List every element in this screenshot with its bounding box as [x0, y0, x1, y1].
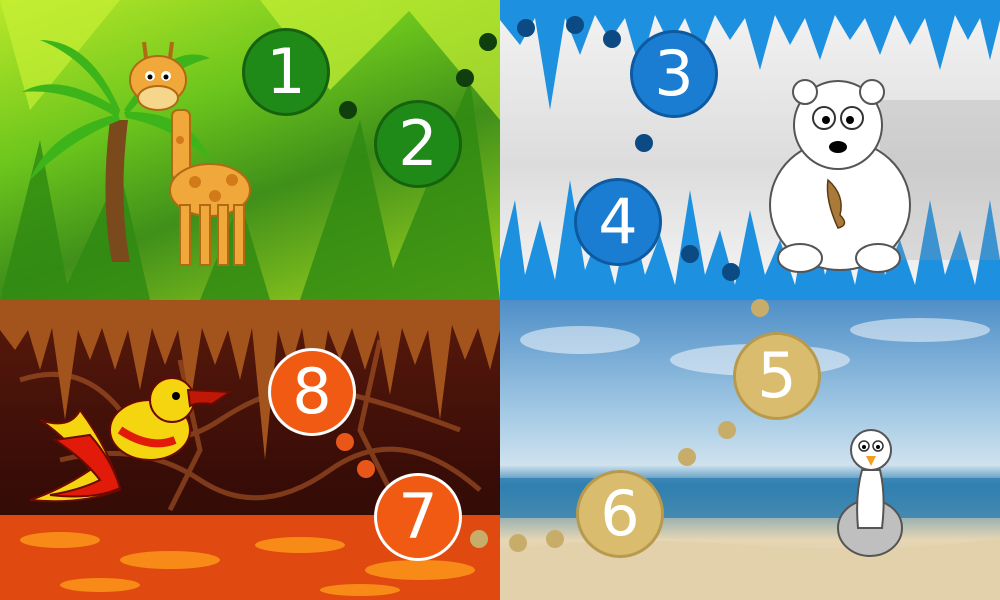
path-dot — [357, 460, 375, 478]
path-dot — [681, 245, 699, 263]
path-dot — [470, 530, 488, 548]
level-number: 8 — [292, 355, 332, 428]
level-6-button[interactable]: 6 — [576, 470, 664, 558]
level-number: 5 — [757, 339, 797, 412]
level-1-button[interactable]: 1 — [242, 28, 330, 116]
level-number: 4 — [598, 185, 638, 258]
ice-world — [500, 0, 1000, 300]
polar-bear-icon — [769, 79, 911, 273]
path-dot — [339, 101, 357, 119]
path-dot — [722, 263, 740, 281]
level-5-button[interactable]: 5 — [733, 332, 821, 420]
level-number: 7 — [398, 480, 438, 553]
level-number: 6 — [600, 477, 640, 550]
path-dot — [336, 433, 354, 451]
path-dot — [566, 16, 584, 34]
path-dot — [456, 69, 474, 87]
level-number: 1 — [266, 35, 306, 108]
path-dot — [517, 19, 535, 37]
level-number: 3 — [654, 37, 694, 110]
level-number: 2 — [398, 107, 438, 180]
level-3-button[interactable]: 3 — [630, 30, 718, 118]
path-dot — [678, 448, 696, 466]
path-dot — [509, 534, 527, 552]
path-dot — [546, 530, 564, 548]
path-dot — [751, 299, 769, 317]
path-dot — [479, 33, 497, 51]
level-4-button[interactable]: 4 — [574, 178, 662, 266]
level-2-button[interactable]: 2 — [374, 100, 462, 188]
level-7-button[interactable]: 7 — [374, 473, 462, 561]
path-dot — [635, 134, 653, 152]
level-8-button[interactable]: 8 — [268, 348, 356, 436]
path-dot — [603, 30, 621, 48]
path-dot — [718, 421, 736, 439]
